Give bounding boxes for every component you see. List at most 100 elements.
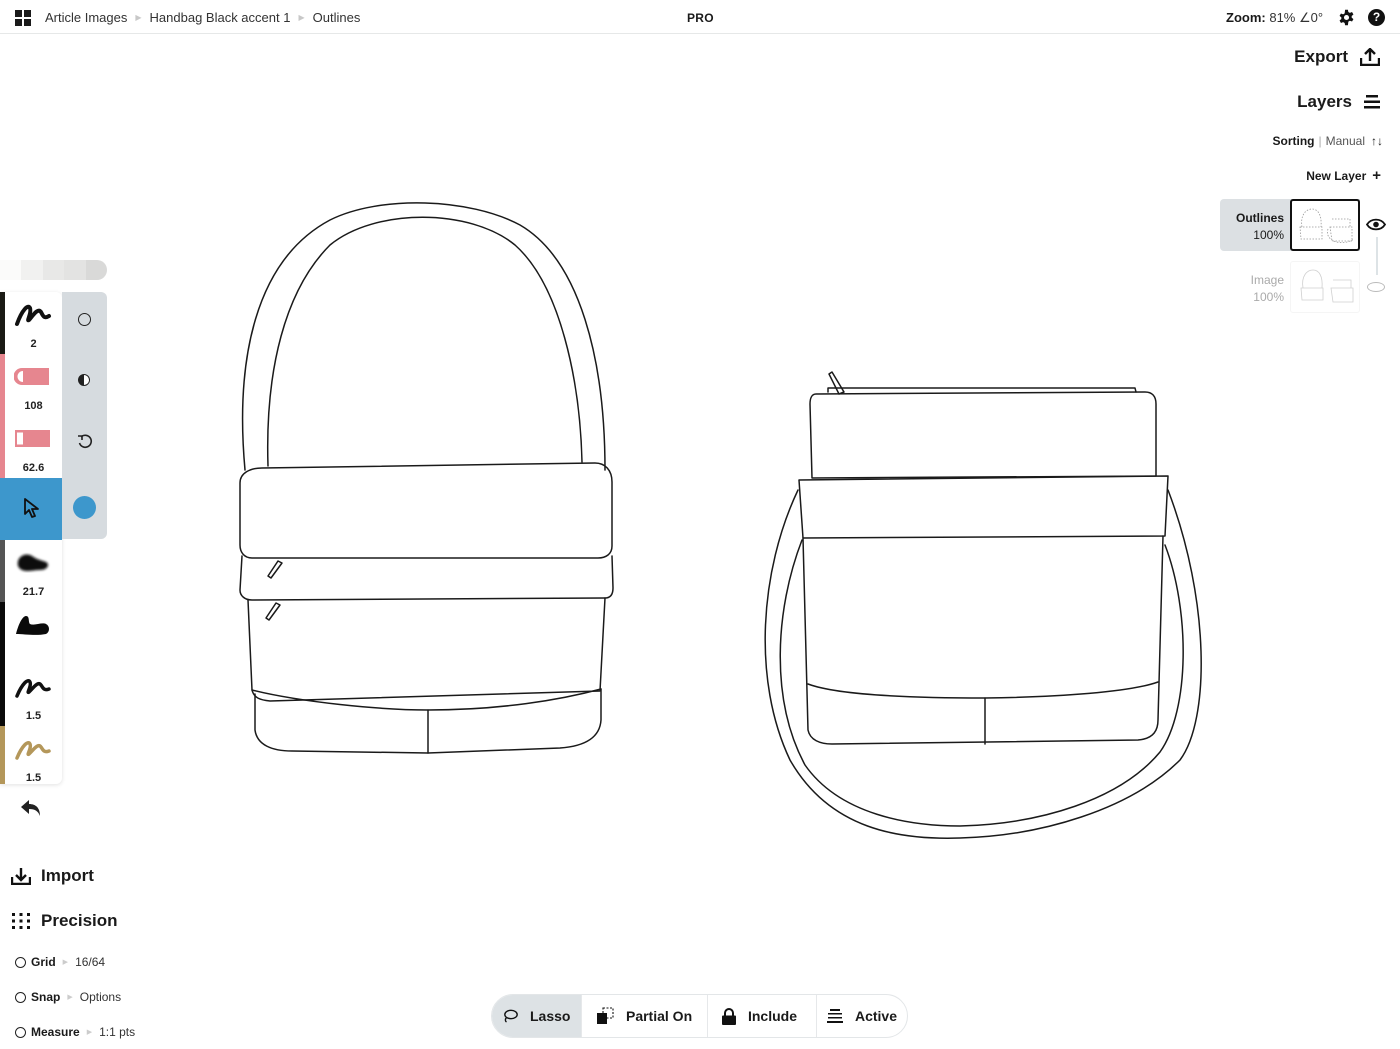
color-swatch[interactable] [64,260,86,280]
radio-icon[interactable] [15,1026,26,1038]
grid-option[interactable]: Grid ▶ 16/64 [15,955,105,969]
tool-airbrush[interactable]: 21.7 [0,540,62,602]
strap-outer [241,202,606,471]
bottom-panel [254,688,602,754]
radio-icon[interactable] [15,956,26,968]
sorting-control[interactable]: Sorting | Manual ↑↓ [1273,134,1383,148]
pen-stroke-icon [15,679,51,698]
export-icon [1360,48,1380,66]
tool-size: 62.6 [22,462,45,474]
front-body [802,535,1164,745]
brush-options-panel [62,292,107,539]
tool-eraser-square[interactable]: 62.6 [0,416,62,478]
front-band [798,475,1169,539]
color-swatches [0,260,107,280]
contrast-icon[interactable] [78,374,90,386]
layer-row-image[interactable]: Image 100% [1220,261,1360,313]
layer-info: Image 100% [1251,272,1284,306]
zoom-label: Zoom: [1226,10,1266,25]
include-label: Include [747,1008,797,1024]
tool-size: 2 [30,338,37,350]
drawing-canvas[interactable] [0,35,1400,1049]
option-label: Grid [31,955,56,969]
tool-pen-gold[interactable]: 1.5 [0,726,62,784]
tool-pen[interactable]: 2 [0,292,62,354]
breadcrumb: Article Images ▶ Handbag Black accent 1 … [45,10,360,25]
layers-button[interactable]: Layers [1297,92,1380,112]
zoom-readout[interactable]: Zoom: 81% ∠0° [1226,10,1323,26]
tool-size: 1.5 [25,710,42,722]
new-layer-button[interactable]: New Layer + [1306,167,1381,184]
body-curve [251,688,602,711]
eye-icon[interactable] [1366,218,1386,231]
option-value[interactable]: Options [80,990,121,1004]
tool-color-strip [0,602,5,664]
color-swatch[interactable] [85,260,107,280]
layer-name: Outlines [1235,211,1284,225]
import-label: Import [41,866,94,885]
radio-icon[interactable] [15,991,26,1003]
airbrush-icon [17,554,48,571]
option-label: Snap [31,990,61,1004]
active-layers-button[interactable]: Active [817,995,907,1037]
strap-inner [266,216,583,467]
breadcrumb-separator-icon: ▶ [298,13,305,22]
layer-thumbnail[interactable] [1290,199,1360,251]
grid-icon[interactable] [15,10,31,26]
tool-pen-black[interactable]: 1.5 [0,664,62,726]
tool-fill-brush[interactable] [0,602,62,664]
rotation-value: ∠0° [1299,10,1324,25]
hidden-layer-icon[interactable] [1367,282,1385,292]
layer-thumbnail-preview [1300,269,1354,303]
chevron-right-icon: ▶ [86,1029,93,1036]
snap-option[interactable]: Snap ▶ Options [15,990,121,1004]
square-eraser-icon [15,430,50,447]
gear-icon[interactable] [1338,9,1355,26]
tool-size: 108 [24,400,43,412]
lasso-icon [504,1009,518,1023]
help-icon[interactable]: ? [1368,9,1385,26]
option-value[interactable]: 1:1 pts [99,1025,135,1039]
partial-button[interactable]: Partial On [582,995,708,1037]
tool-eraser-rounded[interactable]: 108 [0,354,62,416]
top-edge [827,387,1137,393]
new-layer-label: New Layer [1306,168,1367,183]
bag-front-view [239,202,614,754]
precision-button[interactable]: Precision [11,911,118,931]
partial-selection-icon [596,1007,614,1024]
opacity-ring-icon[interactable] [78,313,91,326]
active-color-swatch[interactable] [73,496,96,519]
color-swatch[interactable] [0,260,22,280]
strap-inner [779,539,1184,827]
export-button[interactable]: Export [1294,47,1380,67]
include-button[interactable]: Include [708,995,817,1037]
color-swatch[interactable] [42,260,65,280]
breadcrumb-item-layer[interactable]: Outlines [313,10,361,25]
rotate-reset-icon[interactable] [77,434,93,450]
lasso-button[interactable]: Lasso [492,995,582,1037]
top-bar: Article Images ▶ Handbag Black accent 1 … [0,0,1400,34]
color-swatch[interactable] [21,260,43,280]
layers-icon [1364,95,1380,109]
layer-thumbnail[interactable] [1290,261,1360,313]
handbag-outline-drawing [239,202,1202,839]
option-value[interactable]: 16/64 [75,955,105,969]
layer-info: Outlines 100% [1236,210,1284,244]
chevron-right-icon: ▶ [67,994,73,1001]
import-button[interactable]: Import [11,866,94,886]
undo-icon[interactable] [20,798,42,818]
fill-brush-icon [16,616,49,635]
breadcrumb-item-document[interactable]: Handbag Black accent 1 [150,10,291,25]
pen-stroke-icon [15,304,51,326]
layer-thumbnail-preview [1299,208,1355,243]
measure-option[interactable]: Measure ▶ 1:1 pts [15,1025,135,1039]
layer-row-outlines[interactable]: Outlines 100% [1220,199,1360,251]
zip-band [239,555,614,601]
pro-badge: PRO [687,11,714,25]
breadcrumb-item-gallery[interactable]: Article Images [45,10,127,25]
selection-toolbar: Lasso Partial On Include Active [491,994,908,1038]
precision-label: Precision [41,911,118,930]
bag-side-view [764,371,1202,839]
active-label: Active [854,1008,897,1024]
tool-select[interactable] [0,478,62,540]
